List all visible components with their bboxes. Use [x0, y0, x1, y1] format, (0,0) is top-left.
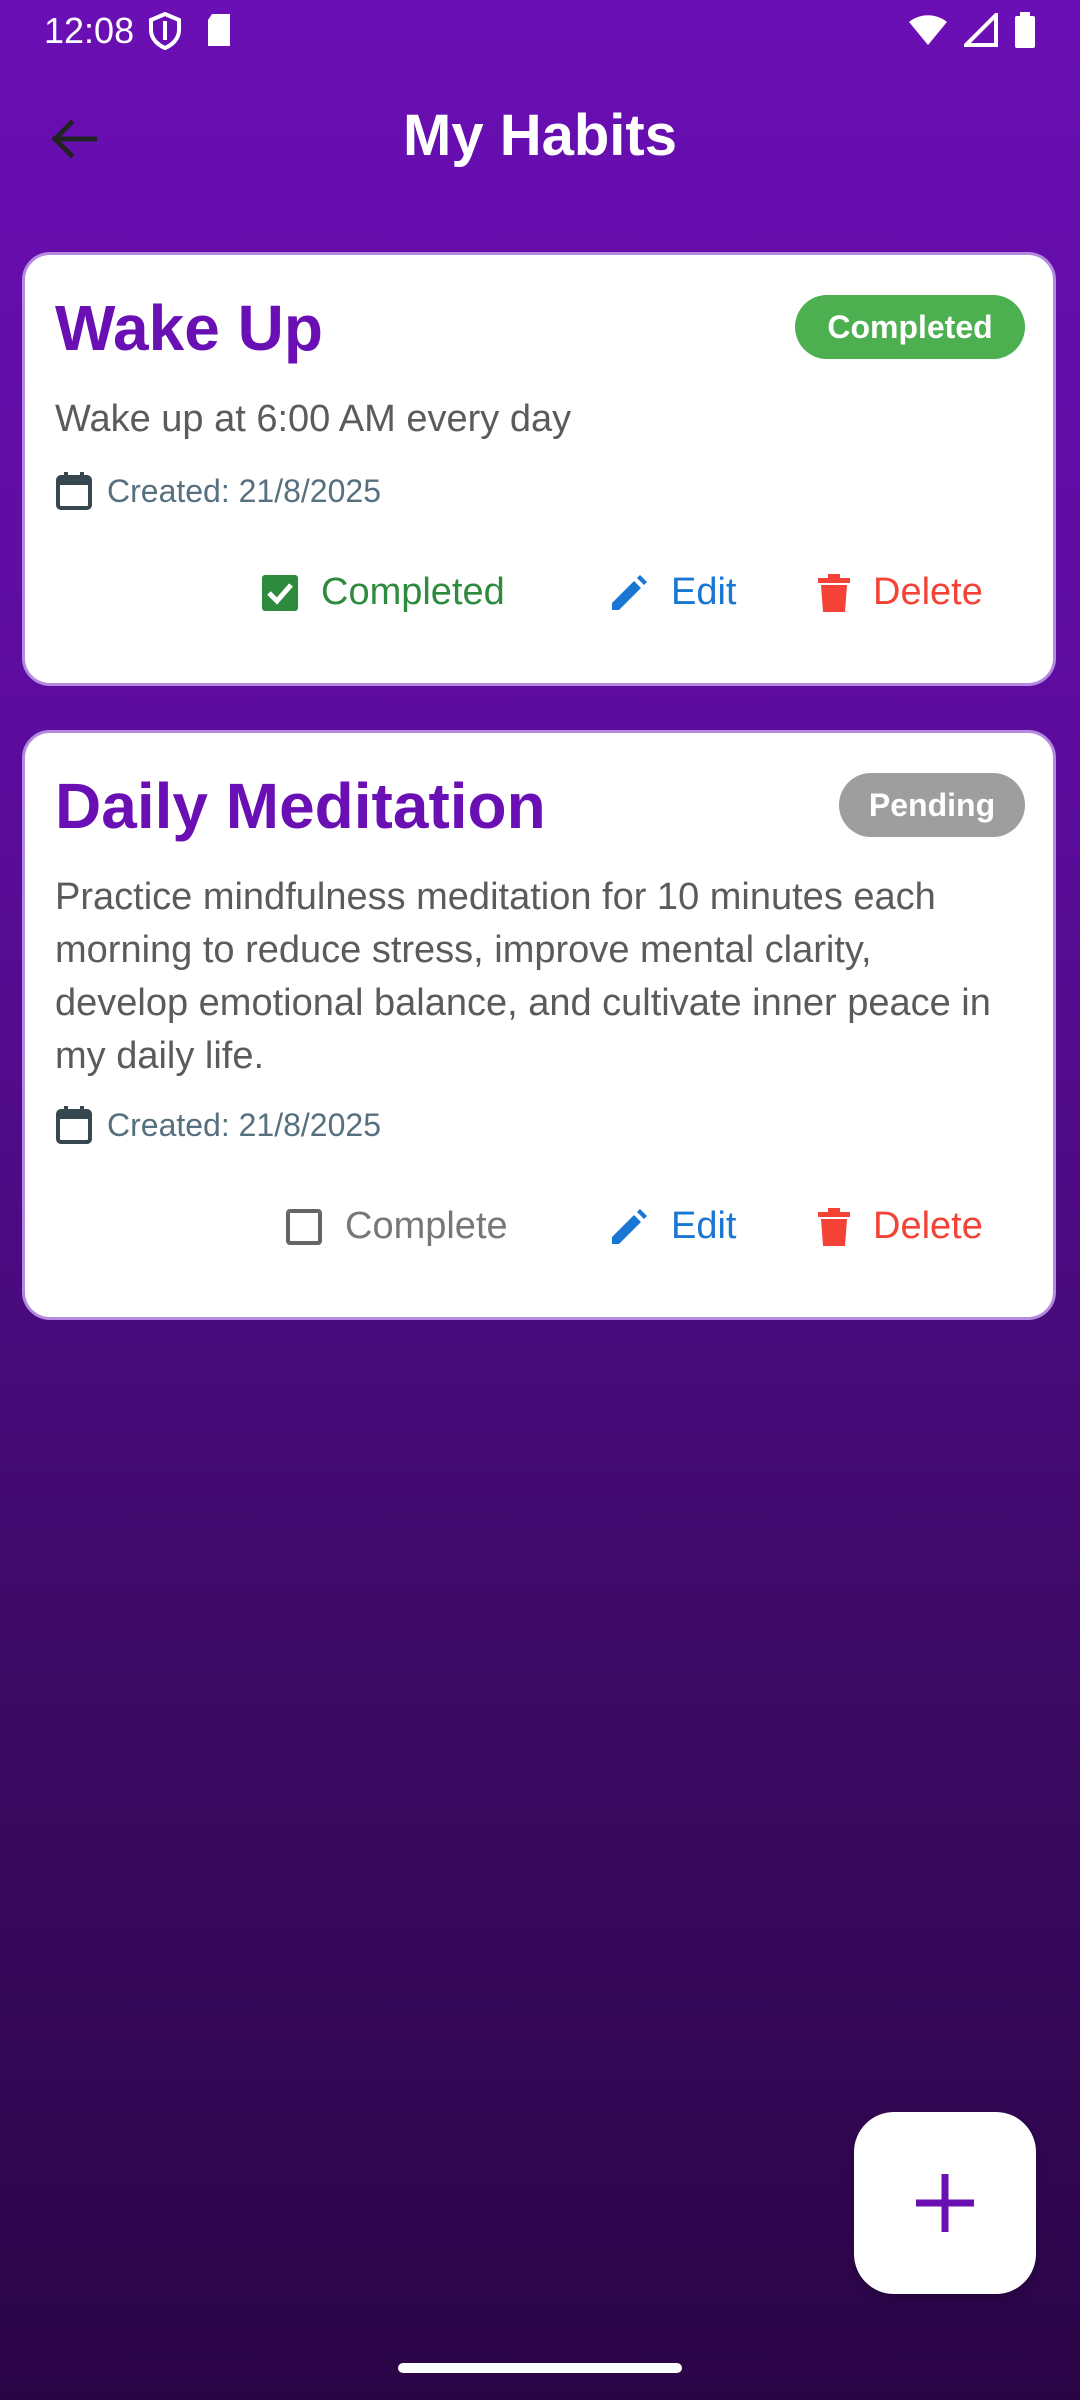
add-habit-button[interactable]: [854, 2112, 1036, 2294]
complete-toggle[interactable]: Completed: [261, 571, 505, 614]
trash-icon: [818, 573, 850, 612]
page-title: My Habits: [403, 103, 677, 168]
delete-label: Delete: [873, 1205, 983, 1247]
complete-toggle-label: Completed: [321, 571, 505, 613]
edit-label: Edit: [671, 571, 737, 613]
checkbox-checked-icon: [262, 574, 298, 611]
wifi-icon: [909, 15, 947, 45]
signal-icon: [964, 13, 998, 47]
habit-title: Wake Up: [55, 292, 323, 364]
sd-card-icon: [208, 14, 230, 46]
habit-description: Practice mindfulness meditation for 10 m…: [55, 876, 991, 1077]
home-indicator[interactable]: [398, 2363, 682, 2373]
app-bar: My Habits: [0, 64, 1080, 212]
status-icons-right: [908, 12, 1036, 48]
status-badge: Completed: [795, 295, 1025, 359]
created-label: Created: 21/8/2025: [107, 472, 381, 509]
habit-card: Daily Meditation Pending Practice mindfu…: [22, 730, 1056, 1320]
delete-button[interactable]: Delete: [817, 571, 983, 614]
status-bar: 12:08: [0, 0, 1080, 64]
habit-card: Wake Up Completed Wake up at 6:00 AM eve…: [22, 252, 1056, 686]
created-date: Created: 21/8/2025: [55, 1105, 381, 1145]
status-time: 12:08: [44, 10, 135, 51]
habit-description: Wake up at 6:00 AM every day: [55, 398, 572, 440]
trash-icon: [818, 1207, 850, 1246]
status-badge: Pending: [839, 773, 1025, 837]
edit-label: Edit: [671, 1205, 737, 1247]
status-icons-left: [148, 12, 234, 50]
pencil-icon: [612, 574, 647, 610]
calendar-icon: [56, 472, 92, 510]
pencil-icon: [612, 1208, 647, 1244]
battery-icon: [1015, 12, 1035, 48]
shield-icon: [149, 12, 181, 50]
complete-toggle-label: Complete: [345, 1205, 508, 1247]
delete-button[interactable]: Delete: [817, 1205, 983, 1248]
habit-title: Daily Meditation: [55, 770, 546, 842]
created-label: Created: 21/8/2025: [107, 1106, 381, 1143]
checkbox-empty-icon: [286, 1208, 322, 1245]
complete-toggle[interactable]: Complete: [285, 1205, 508, 1248]
edit-button[interactable]: Edit: [609, 1205, 736, 1248]
delete-label: Delete: [873, 571, 983, 613]
edit-button[interactable]: Edit: [609, 571, 736, 614]
plus-icon: [916, 2174, 974, 2232]
created-date: Created: 21/8/2025: [55, 471, 381, 511]
calendar-icon: [56, 1106, 92, 1144]
